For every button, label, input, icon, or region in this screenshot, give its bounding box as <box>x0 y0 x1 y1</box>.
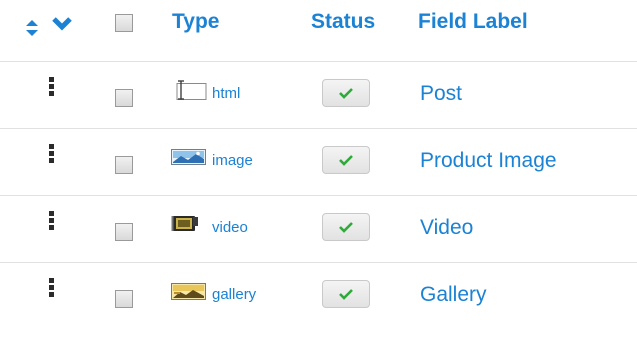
row-checkbox[interactable] <box>115 290 133 308</box>
table-row: html Post <box>0 61 637 128</box>
type-column-header[interactable]: Type <box>172 10 219 34</box>
table-row: gallery Gallery <box>0 262 637 329</box>
table-row: image Product Image <box>0 128 637 195</box>
field-label-link[interactable]: Post <box>420 82 462 106</box>
field-label-link[interactable]: Product Image <box>420 149 557 173</box>
field-label-link[interactable]: Video <box>420 216 473 240</box>
checkmark-icon <box>339 155 353 166</box>
status-toggle-button[interactable] <box>322 213 370 241</box>
checkmark-icon <box>339 222 353 233</box>
type-link[interactable]: video <box>212 219 248 236</box>
type-link[interactable]: gallery <box>212 286 256 303</box>
field-label-link[interactable]: Gallery <box>420 283 487 307</box>
type-link[interactable]: html <box>212 85 240 102</box>
type-link[interactable]: image <box>212 152 253 169</box>
status-toggle-button[interactable] <box>322 146 370 174</box>
row-checkbox[interactable] <box>115 89 133 107</box>
table-header: Type Status Field Label <box>0 0 637 60</box>
chevron-down-icon[interactable] <box>51 15 73 33</box>
sort-icon[interactable] <box>24 17 40 39</box>
drag-handle-icon[interactable] <box>49 211 55 233</box>
text-field-icon <box>176 80 207 100</box>
status-toggle-button[interactable] <box>322 79 370 107</box>
field-label-column-header[interactable]: Field Label <box>418 10 528 34</box>
drag-handle-icon[interactable] <box>49 278 55 300</box>
row-checkbox[interactable] <box>115 156 133 174</box>
row-checkbox[interactable] <box>115 223 133 241</box>
checkmark-icon <box>339 289 353 300</box>
checkmark-icon <box>339 88 353 99</box>
image-icon <box>171 149 206 165</box>
status-toggle-button[interactable] <box>322 280 370 308</box>
drag-handle-icon[interactable] <box>49 144 55 166</box>
select-all-checkbox[interactable] <box>115 14 133 32</box>
fields-table: Type Status Field Label html Post image … <box>0 0 637 343</box>
status-column-header[interactable]: Status <box>311 10 375 34</box>
gallery-icon <box>171 283 206 300</box>
table-row: video Video <box>0 195 637 262</box>
video-icon <box>171 216 198 231</box>
drag-handle-icon[interactable] <box>49 77 55 99</box>
